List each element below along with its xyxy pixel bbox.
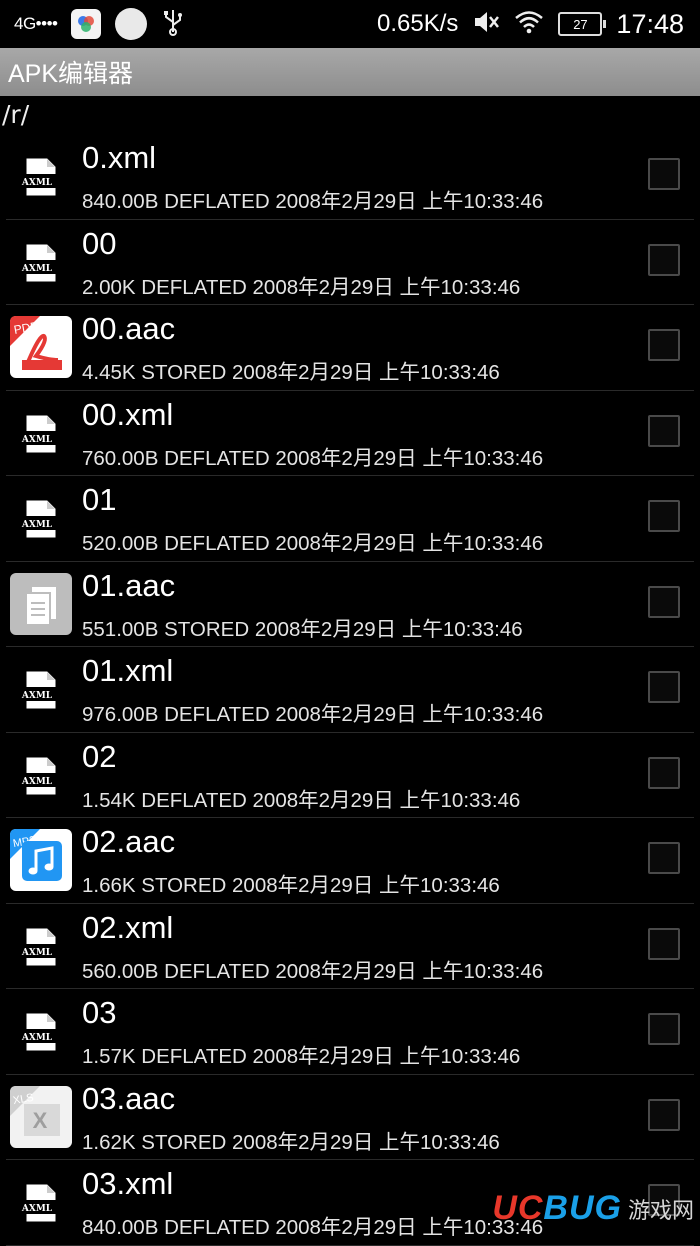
list-item[interactable]: AXML 00.xml 760.00B DEFLATED 2008年2月29日 上午… bbox=[6, 391, 694, 476]
file-meta: 551.00B STORED 2008年2月29日 上午10:33:46 bbox=[82, 617, 523, 641]
file-meta: 1.57K DEFLATED 2008年2月29日 上午10:33:46 bbox=[82, 1045, 521, 1068]
svg-text:AXML: AXML bbox=[21, 264, 53, 274]
select-checkbox[interactable] bbox=[648, 756, 680, 789]
axml-file-icon: AXML bbox=[10, 1000, 72, 1062]
mp3-file-icon: MP3 bbox=[10, 829, 72, 891]
select-checkbox[interactable] bbox=[648, 329, 680, 361]
file-name: 01 bbox=[82, 482, 117, 517]
current-path: /r/ bbox=[2, 100, 30, 129]
wifi-icon bbox=[514, 10, 544, 39]
file-meta: 520.00B DEFLATED 2008年2月29日 上午10:33:46 bbox=[82, 532, 544, 555]
file-name: 0.xml bbox=[82, 140, 157, 175]
axml-file-icon: AXML bbox=[10, 231, 72, 293]
select-checkbox[interactable] bbox=[648, 500, 680, 532]
clock: 17:48 bbox=[616, 8, 684, 39]
file-meta: 560.00B DEFLATED 2008年2月29日 上午10:33:46 bbox=[82, 959, 544, 983]
axml-file-icon: AXML bbox=[10, 487, 72, 549]
file-meta: 840.00B DEFLATED 2008年2月29日 上午10:33:46 bbox=[82, 190, 544, 213]
svg-text:AXML: AXML bbox=[21, 1033, 53, 1043]
list-item[interactable]: 01.aac 551.00B STORED 2008年2月29日 上午10:33:… bbox=[6, 562, 694, 647]
file-meta: 976.00B DEFLATED 2008年2月29日 上午10:33:46 bbox=[82, 703, 544, 726]
file-name: 01.xml bbox=[82, 653, 174, 688]
document-file-icon bbox=[10, 572, 72, 635]
list-item[interactable]: PDF 00.aac 4.45K STORED 2008年2月29日 上午10:33… bbox=[6, 305, 694, 391]
file-name: 00.xml bbox=[82, 396, 174, 432]
file-list: AXML 0.xml 840.00B DEFLATED 2008年2月29日 上午1… bbox=[0, 134, 700, 1246]
svg-text:AXML: AXML bbox=[21, 777, 53, 787]
axml-file-icon: AXML bbox=[10, 658, 72, 720]
file-name: 02.xml bbox=[82, 909, 174, 945]
axml-file-icon: AXML bbox=[10, 744, 72, 806]
select-checkbox[interactable] bbox=[648, 158, 680, 190]
select-checkbox[interactable] bbox=[648, 927, 680, 960]
file-name: 02 bbox=[82, 738, 117, 774]
status-bar: 4G•••• 0.65K/s 27 17:48 bbox=[0, 0, 700, 48]
watermark: UCBUG 游戏网 bbox=[492, 1189, 694, 1228]
svg-text:AXML: AXML bbox=[21, 1204, 53, 1214]
select-checkbox[interactable] bbox=[648, 842, 680, 874]
select-checkbox[interactable] bbox=[648, 1013, 680, 1045]
svg-text:X: X bbox=[33, 1108, 48, 1133]
select-checkbox[interactable] bbox=[648, 1098, 680, 1131]
file-meta: 1.62K STORED 2008年2月29日 上午10:33:46 bbox=[82, 1130, 500, 1154]
file-name: 02.aac bbox=[82, 824, 176, 859]
usb-icon bbox=[161, 8, 185, 41]
file-name: 00 bbox=[82, 225, 117, 261]
mute-icon bbox=[472, 9, 500, 40]
svg-text:AXML: AXML bbox=[21, 520, 53, 530]
signal-icon: 4G•••• bbox=[14, 14, 58, 33]
file-name: 03.aac bbox=[82, 1080, 176, 1116]
xls-file-icon: XLS X bbox=[10, 1085, 72, 1148]
file-name: 00.aac bbox=[82, 311, 176, 346]
file-name: 03.xml bbox=[82, 1166, 174, 1201]
file-meta: 840.00B DEFLATED 2008年2月29日 上午10:33:46 bbox=[82, 1216, 544, 1239]
axml-file-icon: AXML bbox=[10, 1171, 72, 1233]
select-checkbox[interactable] bbox=[648, 585, 680, 618]
list-item[interactable]: AXML 02.xml 560.00B DEFLATED 2008年2月29日 上午… bbox=[6, 904, 694, 989]
list-item[interactable]: AXML 01.xml 976.00B DEFLATED 2008年2月29日 上午… bbox=[6, 647, 694, 733]
list-item[interactable]: AXML 00 2.00K DEFLATED 2008年2月29日 上午10:33:… bbox=[6, 220, 694, 305]
list-item[interactable]: AXML 02 1.54K DEFLATED 2008年2月29日 上午10:33:… bbox=[6, 733, 694, 818]
file-meta: 1.54K DEFLATED 2008年2月29日 上午10:33:46 bbox=[82, 788, 521, 812]
axml-file-icon: AXML bbox=[10, 145, 72, 207]
list-item[interactable]: AXML 03 1.57K DEFLATED 2008年2月29日 上午10:33:… bbox=[6, 989, 694, 1075]
select-checkbox[interactable] bbox=[648, 243, 680, 276]
network-speed: 0.65K/s bbox=[377, 10, 459, 37]
svg-text:AXML: AXML bbox=[21, 691, 53, 701]
app-title: APK编辑器 bbox=[8, 60, 134, 88]
watermark-cn: 游戏网 bbox=[627, 1198, 694, 1224]
watermark-brand: UCBUG bbox=[492, 1189, 622, 1227]
title-bar: APK编辑器 bbox=[0, 48, 700, 96]
svg-text:AXML: AXML bbox=[21, 435, 53, 445]
select-checkbox[interactable] bbox=[648, 671, 680, 703]
svg-text:AXML: AXML bbox=[21, 178, 53, 188]
circle-icon bbox=[115, 8, 148, 40]
app-icon bbox=[71, 9, 102, 39]
list-item[interactable]: AXML 01 520.00B DEFLATED 2008年2月29日 上午10:3… bbox=[6, 476, 694, 562]
svg-text:AXML: AXML bbox=[21, 948, 53, 958]
file-meta: 2.00K DEFLATED 2008年2月29日 上午10:33:46 bbox=[82, 275, 521, 299]
file-meta: 760.00B DEFLATED 2008年2月29日 上午10:33:46 bbox=[82, 446, 544, 470]
axml-file-icon: AXML bbox=[10, 915, 72, 977]
file-name: 03 bbox=[82, 995, 117, 1030]
pdf-file-icon: PDF bbox=[10, 316, 72, 378]
list-item[interactable]: MP3 02.aac 1.66K STORED 2008年2月29日 上午10:33… bbox=[6, 818, 694, 904]
file-meta: 4.45K STORED 2008年2月29日 上午10:33:46 bbox=[82, 361, 500, 384]
file-name: 01.aac bbox=[82, 567, 176, 603]
axml-file-icon: AXML bbox=[10, 402, 72, 464]
file-meta: 1.66K STORED 2008年2月29日 上午10:33:46 bbox=[82, 874, 500, 897]
list-item[interactable]: XLS X 03.aac 1.62K STORED 2008年2月29日 上午10:3… bbox=[6, 1075, 694, 1160]
list-item[interactable]: AXML 0.xml 840.00B DEFLATED 2008年2月29日 上午1… bbox=[6, 134, 694, 220]
select-checkbox[interactable] bbox=[648, 414, 680, 447]
battery-icon: 27 bbox=[558, 12, 607, 36]
